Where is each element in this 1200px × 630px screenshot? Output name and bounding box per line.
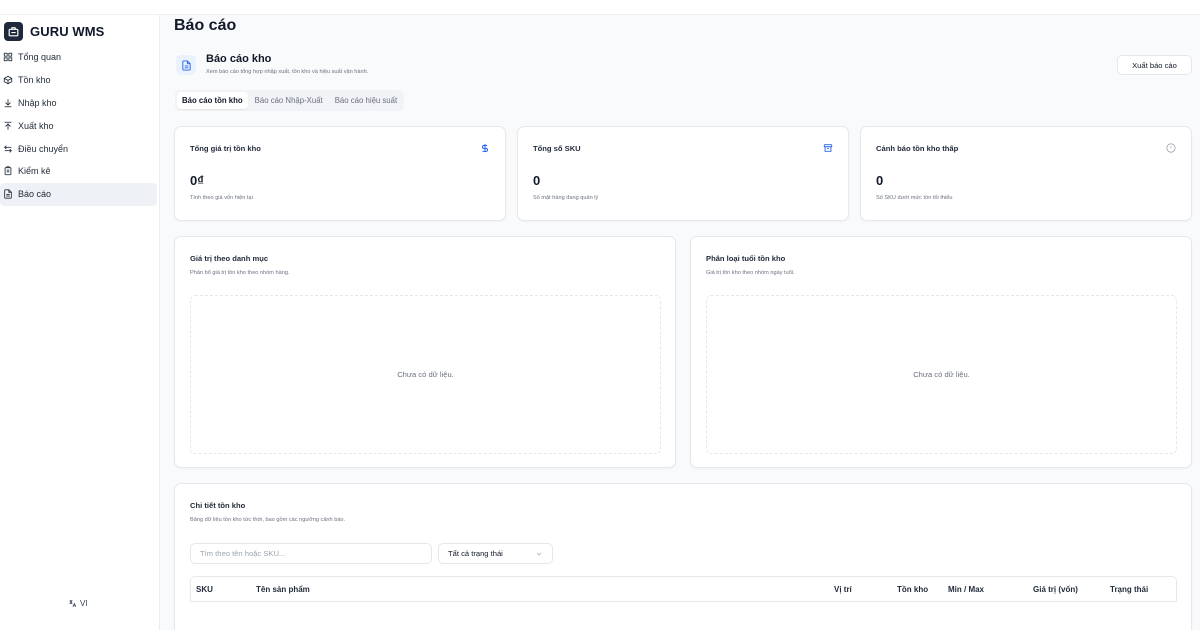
tab-performance-report[interactable]: Báo cáo hiệu suất [330,92,402,109]
column-header-value[interactable]: Giá trị (vốn) [1033,585,1078,594]
clipboard-icon [4,166,12,176]
stat-card-total-value: Tổng giá trị tồn kho 0₫ Tính theo giá vố… [174,126,506,221]
report-file-icon [176,55,196,75]
empty-state: Chưa có dữ liệu. [706,295,1177,454]
column-header-stock[interactable]: Tồn kho [897,585,928,594]
export-report-button[interactable]: Xuất báo cáo [1117,55,1192,75]
status-filter-select[interactable]: Tất cả trạng thái [438,543,553,564]
package-icon [3,75,13,85]
stat-value: 0 [876,173,884,188]
column-header-location[interactable]: Vị trí [834,585,852,594]
report-tabs: Báo cáo tồn kho Báo cáo Nhập-Xuất Báo cá… [175,90,405,111]
grid-icon [3,53,13,62]
search-input[interactable] [190,543,432,564]
section-subtitle: Xem báo cáo tổng hợp nhập xuất, tồn kho … [206,69,369,75]
brand-name: GURU WMS [30,23,105,39]
top-bar [0,0,1200,15]
stat-card-low-stock: Cảnh báo tồn kho thấp 0 Số SKU dưới mức … [860,126,1192,221]
sidebar-item-label: Điều chuyển [18,143,69,154]
panel-title: Chi tiết tồn kho [190,501,246,510]
panel-subtitle: Phân bổ giá trị tồn kho theo nhóm hàng. [190,270,290,276]
panel-subtitle: Bảng dữ liệu tồn kho tức thời, bao gồm c… [190,517,346,523]
stat-label: Tổng số SKU [533,144,581,153]
panel-title: Giá trị theo danh mục [190,254,269,263]
sidebar-item-xuat-kho[interactable]: Xuất kho [0,114,157,137]
sidebar-item-dieu-chuyen[interactable]: Điều chuyển [0,137,157,160]
tab-inventory-report[interactable]: Báo cáo tồn kho [177,92,248,109]
column-header-status[interactable]: Trạng thái [1110,585,1148,594]
stat-value: 0₫ [190,173,204,188]
brand-logo-icon [4,21,23,41]
stat-label: Tổng giá trị tồn kho [190,144,261,153]
stat-subtitle: Số SKU dưới mức tồn tối thiểu [876,195,953,201]
table-header: SKU Tên sản phẩm Vị trí Tồn kho Min / Ma… [190,576,1177,602]
sidebar: GURU WMS Tổng quan Tồn kho Nhập kho Xuất… [0,15,160,630]
empty-state: Chưa có dữ liệu. [190,295,661,454]
sidebar-item-ton-kho[interactable]: Tồn kho [0,69,157,92]
panel-inventory-aging: Phân loại tuổi tồn kho Giá trị tồn kho t… [690,236,1192,468]
panel-value-by-category: Giá trị theo danh mục Phân bổ giá trị tồ… [174,236,676,468]
sidebar-item-label: Tồn kho [18,75,51,86]
sidebar-item-nhap-kho[interactable]: Nhập kho [0,92,157,115]
sidebar-item-label: Xuất kho [18,120,54,131]
sidebar-nav: Tổng quan Tồn kho Nhập kho Xuất kho Điều… [0,46,159,206]
download-icon [4,99,12,108]
alert-circle-icon [1166,143,1176,153]
translate-icon [69,600,77,608]
panel-subtitle: Giá trị tồn kho theo nhóm ngày tuổi. [706,270,795,276]
language-switcher[interactable]: VI [68,599,88,608]
dollar-icon [482,143,488,153]
column-header-sku[interactable]: SKU [196,585,213,594]
sidebar-item-label: Nhập kho [18,97,57,108]
page-title: Báo cáo [174,17,237,34]
brand[interactable]: GURU WMS [4,19,104,43]
sidebar-item-label: Báo cáo [18,189,52,200]
language-label: VI [80,599,88,608]
transfer-icon [4,144,12,153]
upload-icon [4,121,12,130]
sidebar-item-tong-quan[interactable]: Tổng quan [0,46,157,69]
stat-subtitle: Số mặt hàng đang quản lý [533,195,599,201]
archive-icon [823,144,833,152]
status-filter-value: Tất cả trạng thái [448,549,503,558]
stat-subtitle: Tính theo giá vốn hiện tại [190,195,253,201]
chevron-down-icon [536,552,542,555]
column-header-min-max[interactable]: Min / Max [948,585,984,594]
stat-card-total-sku: Tổng số SKU 0 Số mặt hàng đang quản lý [517,126,849,221]
section-title: Báo cáo kho [206,53,272,65]
column-header-product-name[interactable]: Tên sản phẩm [256,585,310,594]
stat-value: 0 [533,173,541,188]
panel-title: Phân loại tuổi tồn kho [706,254,786,263]
sidebar-item-kiem-ke[interactable]: Kiểm kê [0,160,157,183]
report-icon [4,189,12,199]
sidebar-item-label: Kiểm kê [18,166,51,177]
sidebar-item-label: Tổng quan [18,52,62,63]
sidebar-item-bao-cao[interactable]: Báo cáo [0,182,157,206]
stat-label: Cảnh báo tồn kho thấp [876,144,959,153]
tab-import-export-report[interactable]: Báo cáo Nhập-Xuất [250,92,328,109]
